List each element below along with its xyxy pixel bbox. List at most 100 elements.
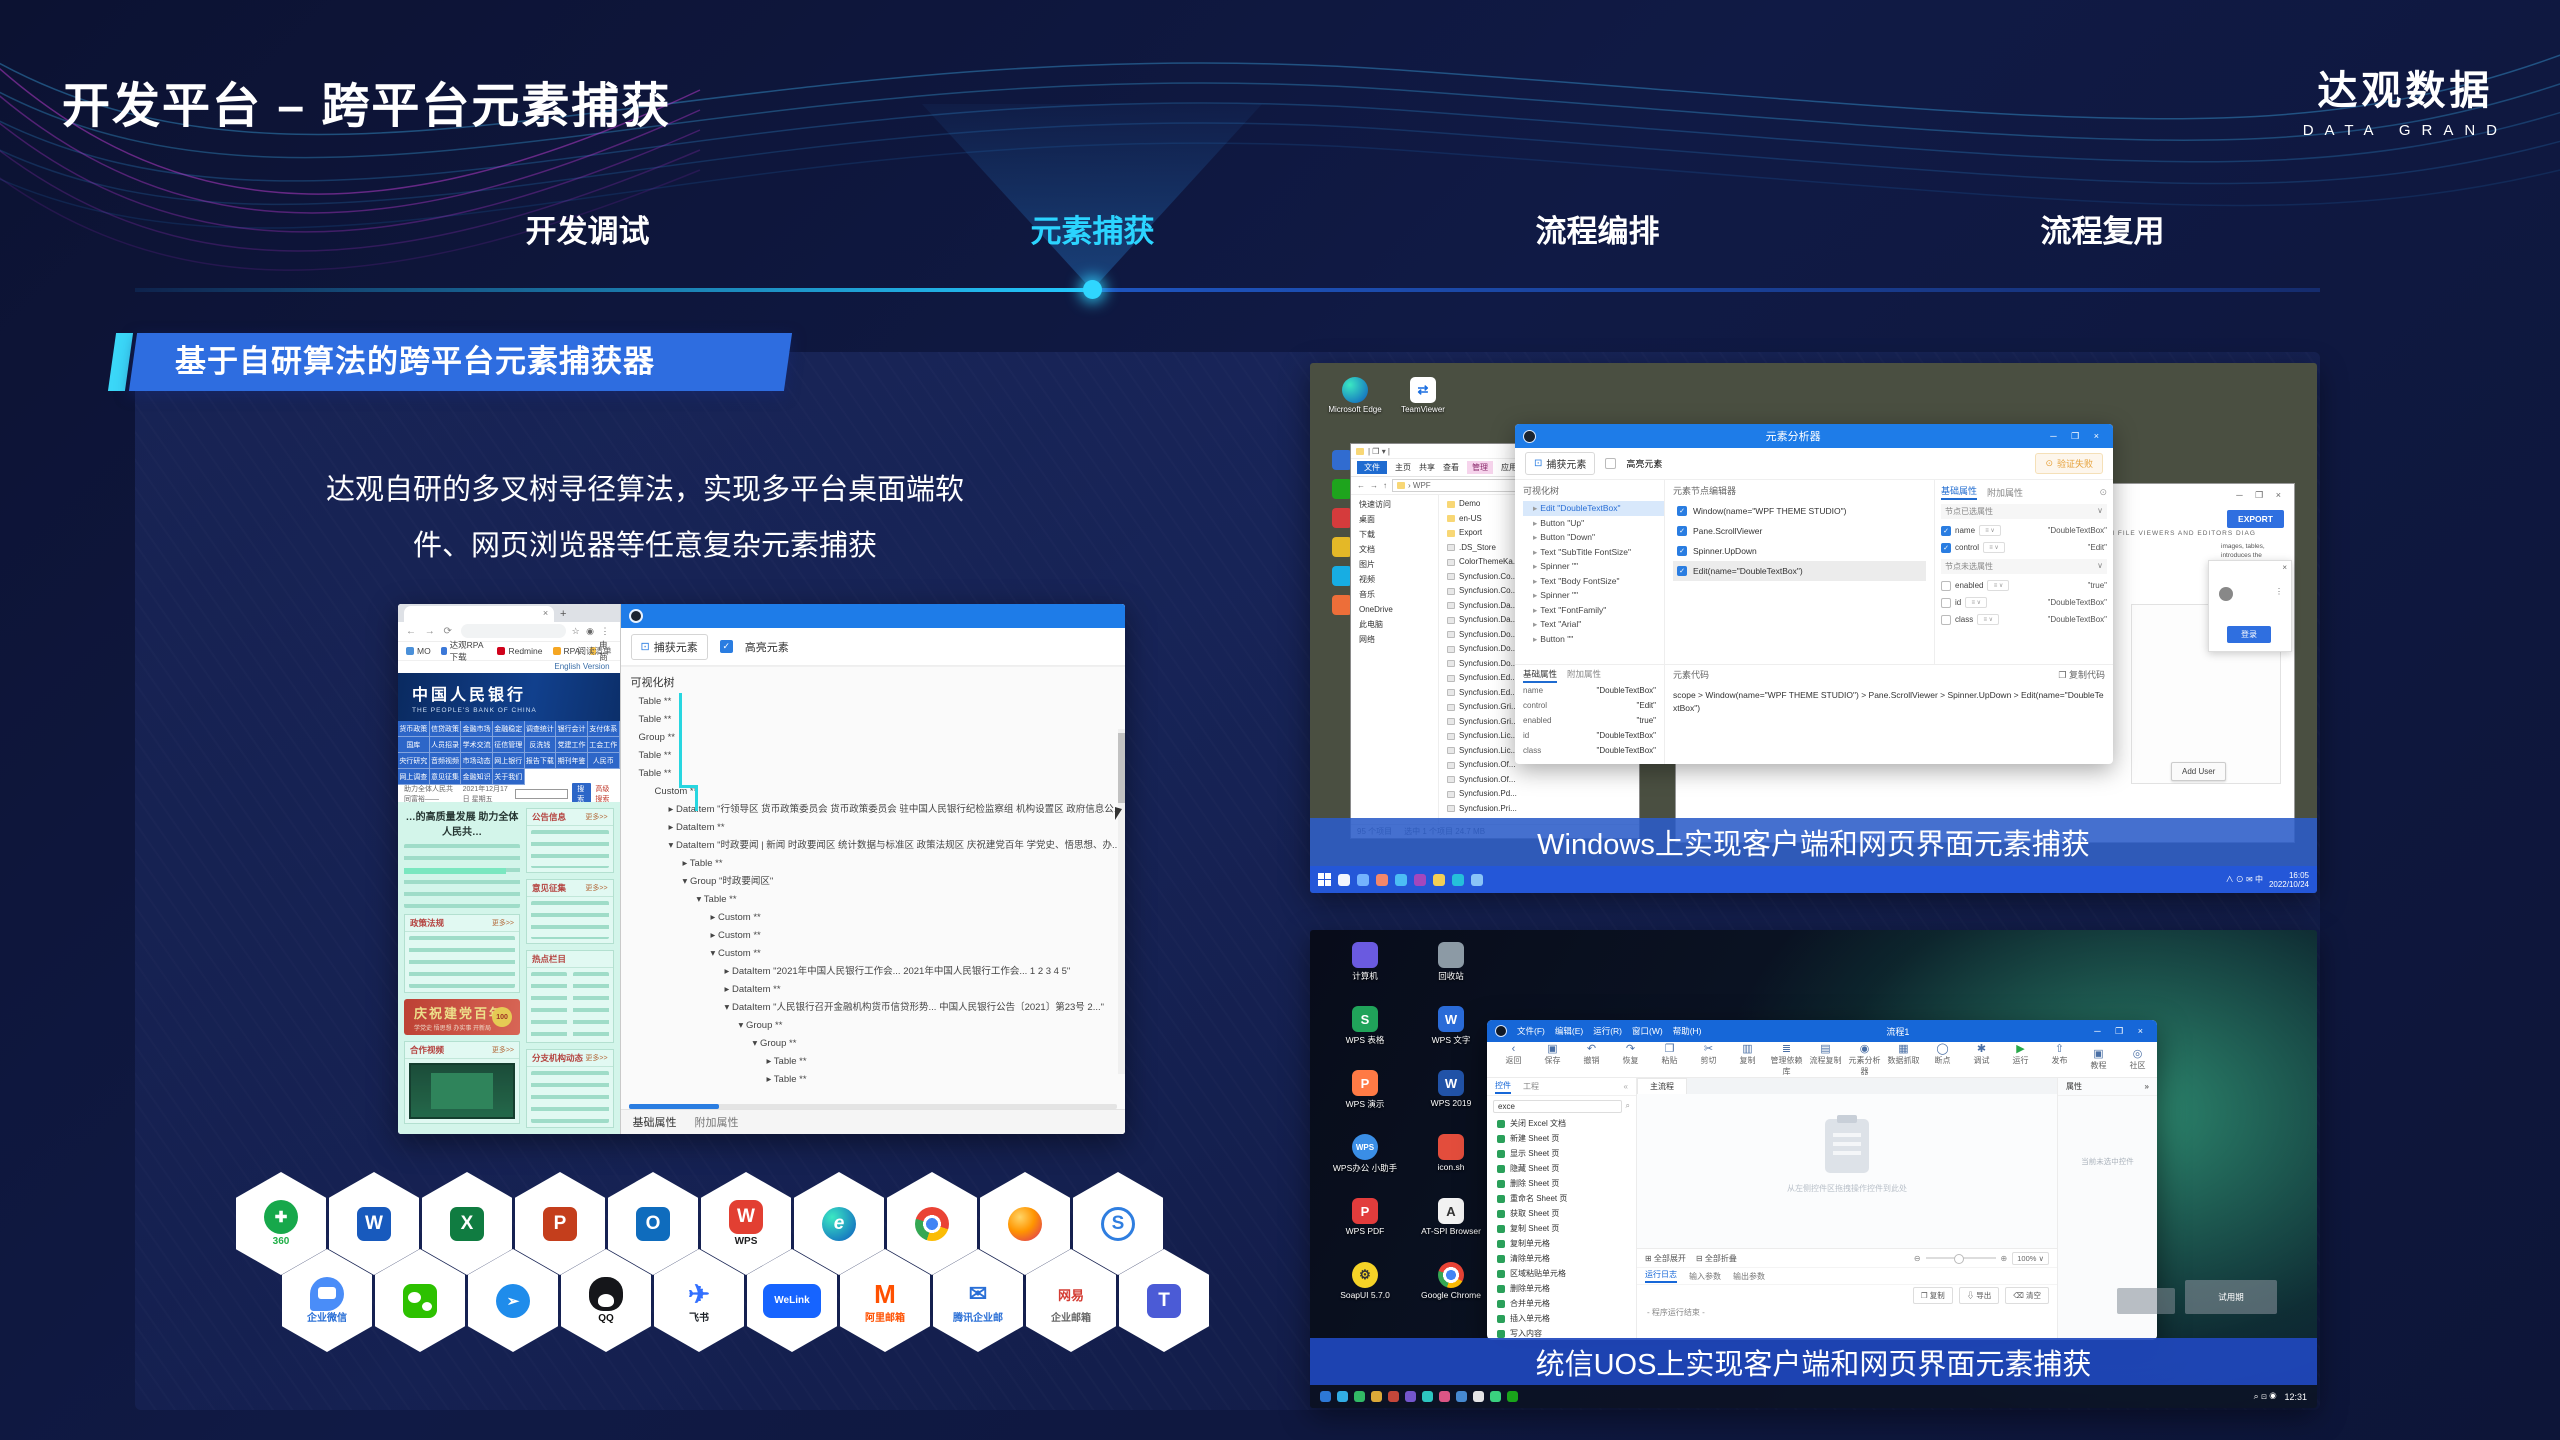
- bank-nav-cell[interactable]: 货币政策: [398, 721, 430, 737]
- news-headline[interactable]: …的高质量发展 助力全体人民共…: [404, 808, 520, 838]
- sidebar-item[interactable]: 此电脑: [1351, 617, 1438, 632]
- browser-tab[interactable]: ×: [404, 606, 554, 622]
- bank-nav-cell[interactable]: 市场动态: [461, 753, 493, 769]
- expand-arrow-icon[interactable]: ▸: [1533, 590, 1537, 600]
- expand-arrow-icon[interactable]: ▸: [1533, 532, 1537, 542]
- bookmark-item[interactable]: Redmine: [497, 646, 542, 656]
- tree-node[interactable]: Table **: [621, 747, 1125, 765]
- bank-nav-cell[interactable]: 学术交流: [461, 737, 493, 753]
- tree-vertical-scrollbar[interactable]: [1118, 729, 1125, 1074]
- log-action-button[interactable]: ⇩ 导出: [1959, 1287, 2000, 1304]
- tab-extra-props[interactable]: 附加属性: [1567, 668, 1601, 683]
- taskbar-app-icon[interactable]: [1473, 1391, 1484, 1402]
- taskbar-app-icon[interactable]: [1395, 874, 1407, 886]
- up-icon[interactable]: ↑: [1383, 481, 1387, 490]
- toolbar-button[interactable]: ◯断点: [1924, 1043, 1961, 1077]
- expand-arrow-icon[interactable]: ▸: [1533, 503, 1537, 513]
- tree-node[interactable]: ▸ Table **: [621, 1053, 1125, 1071]
- sidebar-item[interactable]: 音乐: [1351, 587, 1438, 602]
- close-icon[interactable]: ×: [2282, 563, 2287, 572]
- language-link[interactable]: English Version: [554, 662, 609, 671]
- toolbar-button[interactable]: ↶撤销: [1573, 1043, 1610, 1077]
- forward-icon[interactable]: →: [1370, 481, 1378, 490]
- tree-node[interactable]: ▸ Custom **: [621, 909, 1125, 927]
- toolbar-button[interactable]: ✱调试: [1963, 1043, 2000, 1077]
- more-link[interactable]: 更多>>: [585, 883, 607, 893]
- sidebar-item[interactable]: 文档: [1351, 542, 1438, 557]
- back-icon[interactable]: ←: [1357, 481, 1365, 490]
- tree-node[interactable]: Table **: [621, 693, 1125, 711]
- reading-list[interactable]: 阅读清单: [578, 645, 612, 657]
- desktop-icon[interactable]: WPSWPS办公 小助手: [1322, 1134, 1408, 1198]
- more-menu-icon[interactable]: ⋮: [2275, 587, 2283, 596]
- tree-node[interactable]: ▸Button "Up": [1523, 516, 1664, 531]
- chevron-down-icon[interactable]: ∨: [2097, 506, 2103, 517]
- sidebar-item[interactable]: OneDrive: [1351, 602, 1438, 617]
- taskbar-clock[interactable]: 16:052022/10/24: [2269, 871, 2309, 889]
- log-action-button[interactable]: ❐ 复制: [1913, 1287, 1953, 1304]
- prop-checkbox[interactable]: [1941, 615, 1951, 625]
- ribbon-tab-manage[interactable]: 管理: [1467, 461, 1493, 474]
- tree-node[interactable]: ▸Text "SubTitle FontSize": [1523, 545, 1664, 560]
- tree-node[interactable]: ▾ Group **: [621, 1035, 1125, 1053]
- bank-nav-cell[interactable]: 征信管理: [493, 737, 525, 753]
- desktop-icon[interactable]: [1332, 508, 1352, 528]
- feature-tab[interactable]: 流程复用: [2041, 206, 2165, 251]
- more-link[interactable]: 更多>>: [492, 1045, 514, 1055]
- tab-basic-props[interactable]: 基础属性: [633, 1114, 677, 1130]
- bank-nav-cell[interactable]: 金融稳定: [493, 721, 525, 737]
- menu-item[interactable]: 窗口(W): [1632, 1025, 1663, 1037]
- tree-node[interactable]: ▸ Custom **: [621, 927, 1125, 945]
- tree-node[interactable]: Group **: [621, 729, 1125, 747]
- feature-tab[interactable]: 元素捕获: [1031, 206, 1155, 251]
- desktop-icon[interactable]: ⚙SoapUI 5.7.0: [1322, 1262, 1408, 1326]
- ribbon-tab[interactable]: 查看: [1443, 462, 1459, 473]
- expand-arrow-icon[interactable]: ▸: [1533, 605, 1537, 615]
- tree-node[interactable]: ▸Text "Body FontSize": [1523, 574, 1664, 589]
- zoom-out-icon[interactable]: ⊖: [1914, 1254, 1921, 1263]
- bookmark-item[interactable]: 达观RPA下载: [441, 639, 488, 663]
- toolbar-button[interactable]: ↷恢复: [1612, 1043, 1649, 1077]
- tab-project[interactable]: 工程: [1523, 1081, 1539, 1092]
- taskbar-app-icon[interactable]: [1490, 1391, 1501, 1402]
- collapse-icon[interactable]: «: [1624, 1082, 1628, 1091]
- more-link[interactable]: 更多>>: [585, 1053, 607, 1063]
- bank-nav-cell[interactable]: 金融市场: [461, 721, 493, 737]
- desktop-icon[interactable]: [1332, 595, 1352, 615]
- bank-nav-cell[interactable]: 央行研究: [398, 753, 430, 769]
- toolbar-button[interactable]: ▣保存: [1534, 1043, 1571, 1077]
- tree-node[interactable]: ▸Spinner "": [1523, 559, 1664, 574]
- tree-node[interactable]: ▸Text "Arial": [1523, 617, 1664, 632]
- desktop-icon[interactable]: SWPS 表格: [1322, 1006, 1408, 1070]
- tree-node[interactable]: ▾ Table **: [621, 891, 1125, 909]
- match-mode-select[interactable]: ≡ ∨: [1983, 542, 2005, 553]
- system-tray-icons[interactable]: ∧ ⊙ ✉ 中: [2226, 874, 2263, 885]
- tab-basic-props[interactable]: 基础属性: [1523, 668, 1557, 683]
- property-row[interactable]: class≡ ∨"DoubleTextBox": [1941, 611, 2107, 628]
- control-item[interactable]: 插入单元格: [1487, 1311, 1636, 1326]
- node-row[interactable]: ✓Spinner.UpDown: [1673, 541, 1926, 561]
- prop-checkbox[interactable]: [1941, 581, 1951, 591]
- bank-nav-cell[interactable]: 反洗钱: [525, 737, 557, 753]
- node-checkbox[interactable]: ✓: [1677, 526, 1687, 536]
- toolbar-button[interactable]: ✂剪切: [1690, 1043, 1727, 1077]
- desktop-icon-teamviewer[interactable]: ⇄TeamViewer: [1394, 377, 1452, 414]
- flow-tab[interactable]: 主流程: [1637, 1078, 1687, 1094]
- expand-arrow-icon[interactable]: ▸: [1533, 576, 1537, 586]
- bank-nav-cell[interactable]: 报告下载: [525, 753, 557, 769]
- toolbar-button[interactable]: ⇧发布: [2041, 1043, 2078, 1077]
- match-mode-select[interactable]: ≡ ∨: [1977, 614, 1999, 625]
- toolbar-button[interactable]: ▤流程复制: [1807, 1043, 1844, 1077]
- toolbar-button[interactable]: ❐粘贴: [1651, 1043, 1688, 1077]
- bank-nav-cell[interactable]: 支付体系: [588, 721, 620, 737]
- bank-nav-cell[interactable]: 工会工作: [588, 737, 620, 753]
- chevron-down-icon[interactable]: ∨: [2097, 561, 2103, 572]
- control-item[interactable]: 合并单元格: [1487, 1296, 1636, 1311]
- match-mode-select[interactable]: ≡ ∨: [1987, 580, 2009, 591]
- highlight-checkbox[interactable]: ✓: [720, 640, 733, 653]
- control-item[interactable]: 关闭 Excel 文档: [1487, 1116, 1636, 1131]
- taskbar-app-icon[interactable]: [1422, 1391, 1433, 1402]
- toolbar-button[interactable]: ◎社区: [2119, 1048, 2156, 1071]
- copy-code-button[interactable]: ❐ 复制代码: [2058, 668, 2105, 681]
- taskbar-app-icon[interactable]: [1433, 874, 1445, 886]
